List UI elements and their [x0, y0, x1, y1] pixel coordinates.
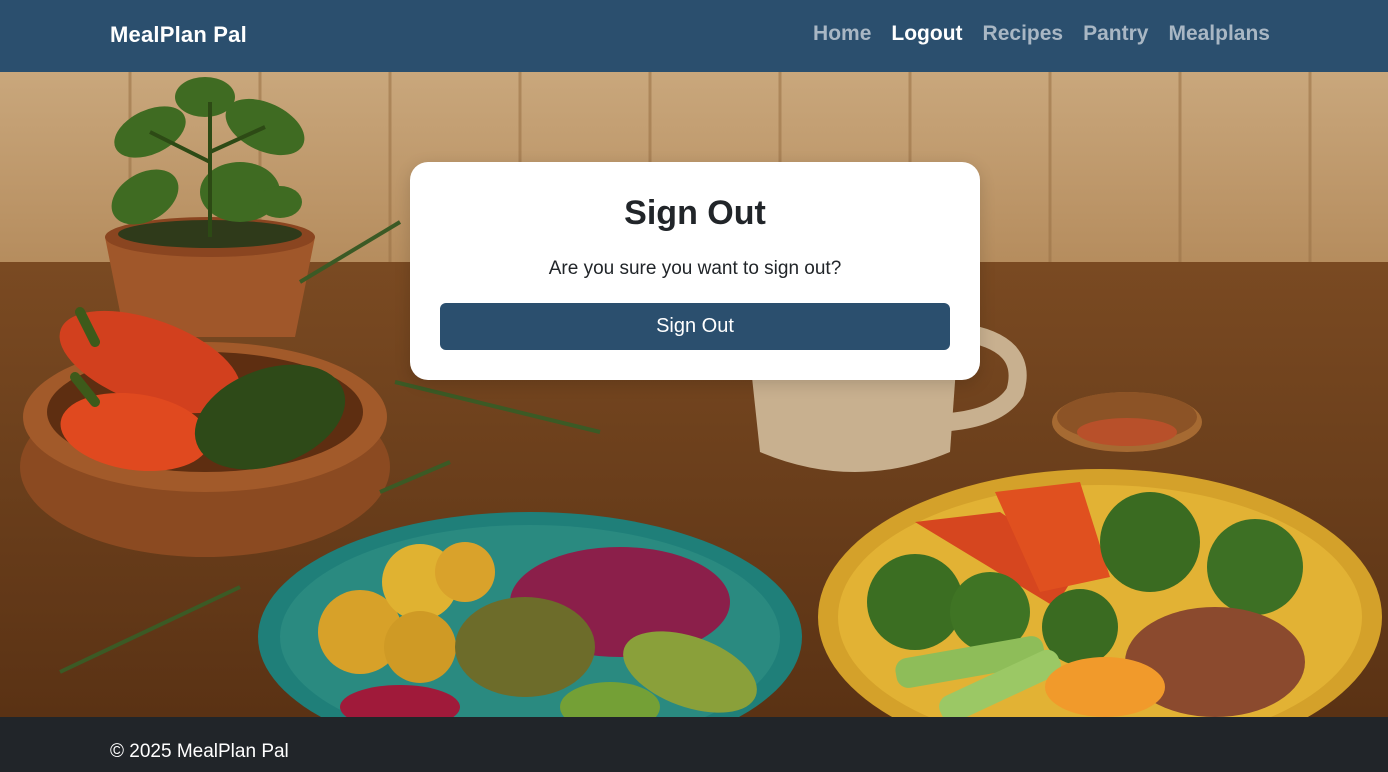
signout-button[interactable]: Sign Out	[440, 303, 950, 350]
nav-logout-link[interactable]: Logout	[891, 22, 962, 46]
navbar: MealPlan Pal Home Logout Recipes Pantry …	[0, 0, 1388, 72]
nav-recipes-link[interactable]: Recipes	[983, 22, 1064, 46]
signout-message: Are you sure you want to sign out?	[548, 258, 842, 279]
signout-title: Sign Out	[624, 194, 766, 232]
footer: © 2025 MealPlan Pal	[0, 717, 1388, 772]
nav-pantry-link[interactable]: Pantry	[1083, 22, 1148, 46]
brand-logo[interactable]: MealPlan Pal	[110, 22, 247, 48]
signout-card: Sign Out Are you sure you want to sign o…	[410, 162, 980, 380]
nav-links: Home Logout Recipes Pantry Mealplans	[813, 22, 1270, 46]
footer-copyright: © 2025 MealPlan Pal	[110, 741, 289, 762]
nav-home-link[interactable]: Home	[813, 22, 871, 46]
nav-mealplans-link[interactable]: Mealplans	[1168, 22, 1270, 46]
